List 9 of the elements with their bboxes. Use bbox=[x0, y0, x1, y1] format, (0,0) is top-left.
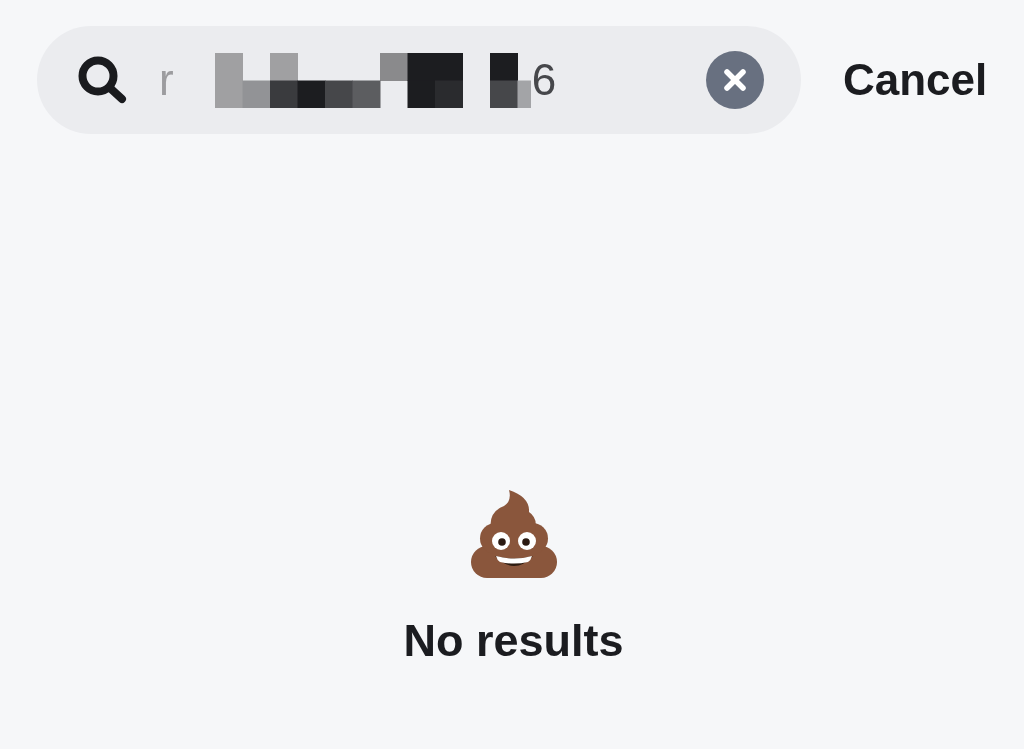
search-field[interactable]: r 6 bbox=[37, 26, 801, 134]
search-text: 6 bbox=[531, 58, 557, 102]
cancel-button[interactable]: Cancel bbox=[843, 53, 988, 107]
search-icon bbox=[78, 56, 128, 104]
empty-state-message: No results bbox=[403, 614, 624, 668]
smiling-poop-icon bbox=[470, 490, 557, 578]
clear-button[interactable] bbox=[706, 51, 764, 109]
search-text: r bbox=[159, 58, 174, 102]
close-icon bbox=[706, 51, 764, 109]
